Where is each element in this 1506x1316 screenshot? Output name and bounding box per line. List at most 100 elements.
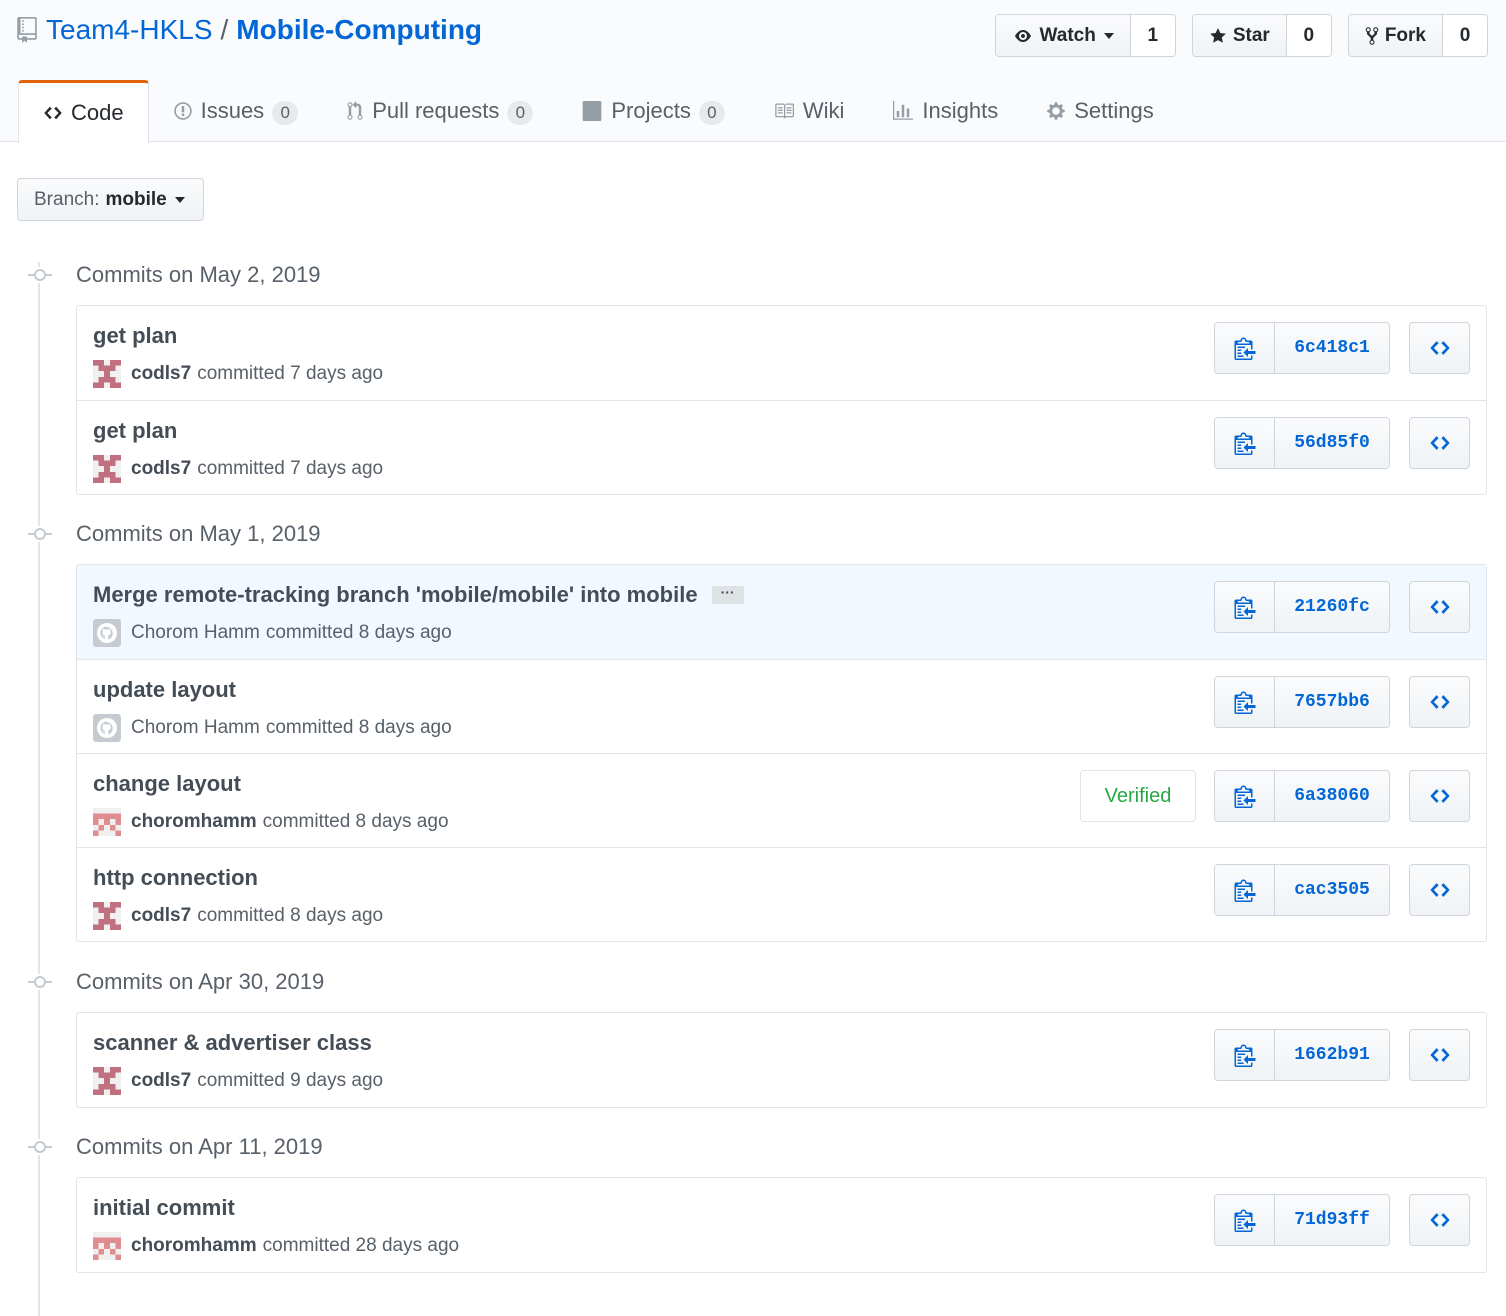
commit-sha-link[interactable]: cac3505	[1275, 865, 1389, 915]
clipboard-icon	[1234, 432, 1255, 455]
commit-sha-link[interactable]: 56d85f0	[1275, 418, 1389, 468]
commit-message-link[interactable]: update layout	[93, 677, 236, 703]
commit-title: scanner & advertiser class	[93, 1030, 372, 1056]
branch-prefix: Branch:	[34, 188, 100, 210]
browse-repo-button[interactable]	[1409, 770, 1470, 822]
commit-sha-group: 7657bb6	[1214, 676, 1390, 728]
commit-group-date: Commits on May 1, 2019	[76, 521, 321, 546]
git-commit-icon	[28, 267, 52, 283]
tab-insights[interactable]: Insights	[868, 80, 1022, 142]
copy-sha-button[interactable]	[1215, 677, 1275, 727]
commit-group-heading: Commits on Apr 11, 2019	[28, 1134, 323, 1160]
tab-pull-requests[interactable]: Pull requests 0	[322, 80, 557, 142]
browse-repo-button[interactable]	[1409, 864, 1470, 916]
commit-message-link[interactable]: get plan	[93, 418, 177, 444]
tab-label: Pull requests	[372, 98, 500, 123]
commit-message-link[interactable]: scanner & advertiser class	[93, 1030, 372, 1056]
commit-time: committed 9 days ago	[197, 1070, 384, 1091]
avatar[interactable]	[93, 902, 121, 930]
commit-author[interactable]: choromhamm	[131, 811, 257, 833]
expand-message-button[interactable]: ···	[711, 585, 744, 604]
commit-author[interactable]: choromhamm	[131, 1235, 257, 1257]
commit-message-link[interactable]: Merge remote-tracking branch 'mobile/mob…	[93, 582, 698, 608]
commit-meta: codls7 committed 9 days ago	[93, 1067, 383, 1095]
repo-name-link[interactable]: Mobile-Computing	[236, 14, 482, 46]
code-icon	[1429, 789, 1450, 803]
commit-time: committed 8 days ago	[265, 717, 452, 738]
fork-button[interactable]: Fork	[1348, 15, 1443, 56]
commit-author[interactable]: codls7	[131, 363, 191, 385]
commit-author[interactable]: codls7	[131, 905, 191, 927]
repo-title: Team4-HKLS / Mobile-Computing	[16, 14, 482, 46]
commit-row: change layout choromhamm committed 8 days …	[77, 753, 1486, 847]
repo-owner-link[interactable]: Team4-HKLS	[46, 14, 213, 46]
commit-meta: Chorom Hamm committed 8 days ago	[93, 619, 452, 647]
commit-list: get plan codls7 committed 7 days ago 6c418c…	[76, 305, 1487, 495]
commit-group-date: Commits on May 2, 2019	[76, 262, 321, 287]
browse-repo-button[interactable]	[1409, 676, 1470, 728]
copy-sha-button[interactable]	[1215, 1195, 1275, 1245]
tab-wiki[interactable]: Wiki	[749, 80, 869, 142]
copy-sha-button[interactable]	[1215, 771, 1275, 821]
fork-group: Fork 0	[1347, 14, 1488, 57]
commit-meta: choromhamm committed 8 days ago	[93, 808, 449, 836]
copy-sha-button[interactable]	[1215, 865, 1275, 915]
avatar[interactable]	[93, 360, 121, 388]
verified-badge[interactable]: Verified	[1080, 770, 1196, 822]
browse-repo-button[interactable]	[1409, 322, 1470, 374]
copy-sha-button[interactable]	[1215, 418, 1275, 468]
commit-meta: codls7 committed 7 days ago	[93, 455, 383, 483]
clipboard-icon	[1234, 691, 1255, 714]
pull-request-icon	[347, 101, 363, 120]
clipboard-icon	[1234, 1044, 1255, 1067]
avatar[interactable]	[93, 1232, 121, 1260]
commit-sha-link[interactable]: 71d93ff	[1275, 1195, 1389, 1245]
commit-message-link[interactable]: initial commit	[93, 1195, 235, 1221]
avatar[interactable]	[93, 714, 121, 742]
watch-count[interactable]: 1	[1130, 15, 1175, 56]
copy-sha-button[interactable]	[1215, 323, 1275, 373]
commit-author[interactable]: codls7	[131, 458, 191, 480]
copy-sha-button[interactable]	[1215, 582, 1275, 632]
repo-header: Team4-HKLS / Mobile-Computing Watch 1 St…	[0, 0, 1506, 143]
fork-icon	[1365, 26, 1379, 45]
commit-sha-link[interactable]: 1662b91	[1275, 1030, 1389, 1080]
star-count[interactable]: 0	[1286, 15, 1331, 56]
fork-count[interactable]: 0	[1443, 15, 1487, 56]
commit-sha-link[interactable]: 21260fc	[1275, 582, 1389, 632]
commit-time: committed 8 days ago	[197, 905, 384, 926]
tab-code[interactable]: Code	[18, 80, 149, 143]
branch-name: mobile	[105, 188, 167, 210]
git-commit-icon	[28, 1139, 52, 1155]
commit-message-link[interactable]: change layout	[93, 771, 241, 797]
browse-repo-button[interactable]	[1409, 581, 1470, 633]
commit-row: get plan codls7 committed 7 days ago 56d85f…	[77, 400, 1486, 494]
tab-projects[interactable]: Projects 0	[557, 80, 748, 142]
code-icon	[1429, 883, 1450, 897]
gear-icon	[1047, 102, 1065, 120]
star-button[interactable]: Star	[1192, 15, 1287, 56]
branch-select-button[interactable]: Branch: mobile	[17, 178, 204, 221]
browse-repo-button[interactable]	[1409, 417, 1470, 469]
code-icon	[1429, 1213, 1450, 1227]
browse-repo-button[interactable]	[1409, 1194, 1470, 1246]
avatar[interactable]	[93, 619, 121, 647]
commit-sha-link[interactable]: 6a38060	[1275, 771, 1389, 821]
avatar[interactable]	[93, 455, 121, 483]
commit-message-link[interactable]: http connection	[93, 865, 258, 891]
browse-repo-button[interactable]	[1409, 1029, 1470, 1081]
commit-meta: codls7 committed 8 days ago	[93, 902, 383, 930]
code-icon	[1429, 341, 1450, 355]
avatar[interactable]	[93, 808, 121, 836]
commit-message-link[interactable]: get plan	[93, 323, 177, 349]
commit-author[interactable]: codls7	[131, 1070, 191, 1092]
repo-path-separator: /	[220, 14, 229, 45]
tab-settings[interactable]: Settings	[1022, 80, 1178, 142]
tab-issues[interactable]: Issues 0	[149, 80, 323, 142]
watch-button[interactable]: Watch	[995, 15, 1131, 56]
commit-sha-link[interactable]: 7657bb6	[1275, 677, 1389, 727]
commit-sha-link[interactable]: 6c418c1	[1275, 323, 1389, 373]
avatar[interactable]	[93, 1067, 121, 1095]
copy-sha-button[interactable]	[1215, 1030, 1275, 1080]
commit-time: committed 7 days ago	[197, 458, 384, 479]
